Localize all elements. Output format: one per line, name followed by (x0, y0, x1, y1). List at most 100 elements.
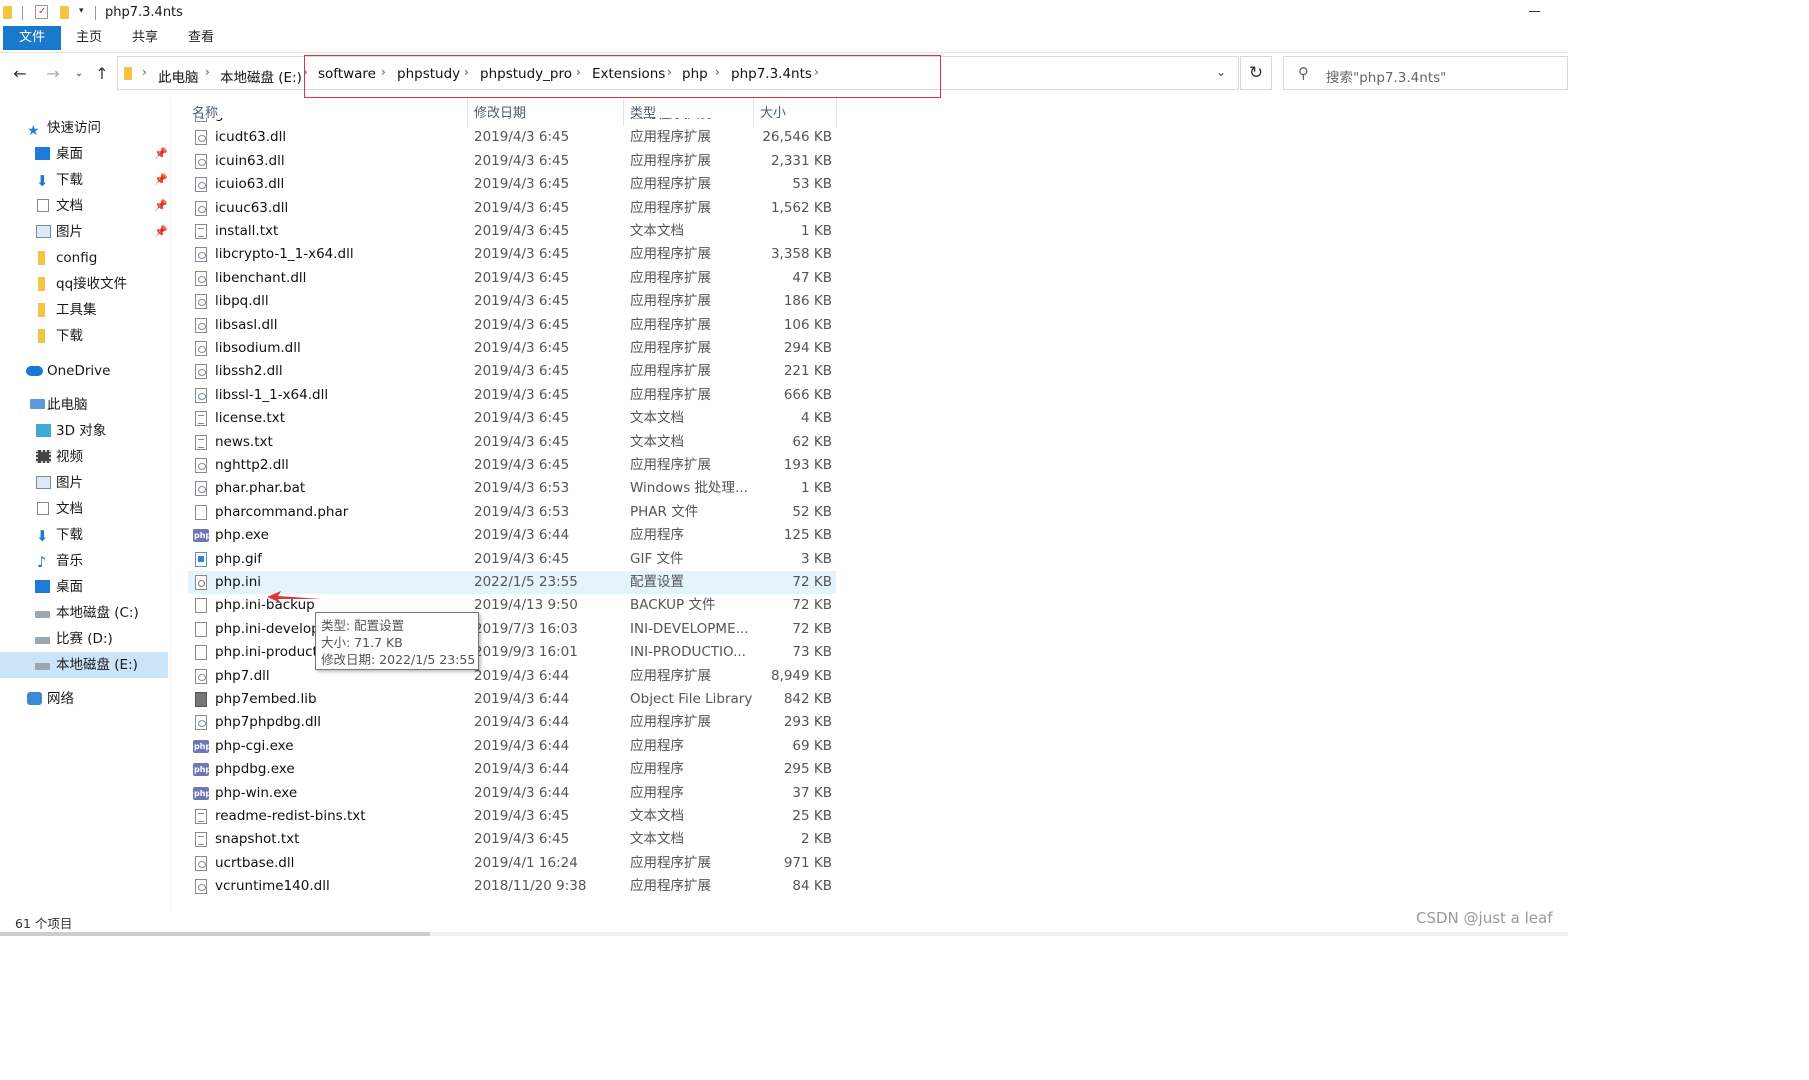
drive-icon (35, 663, 50, 670)
sidebar-item-pictures-pinned[interactable]: 图片 📌 (0, 219, 168, 245)
file-row[interactable]: news.txt 2019/4/3 6:45 文本文档 62 KB (188, 431, 836, 454)
file-row[interactable]: php7phpdbg.dll 2019/4/3 6:44 应用程序扩展 293 KB (188, 711, 836, 734)
file-row[interactable]: install.txt 2019/4/3 6:45 文本文档 1 KB (188, 220, 836, 243)
sidebar-item-desktop[interactable]: 桌面 (0, 574, 168, 600)
file-row[interactable]: phpdbg.exe 2019/4/3 6:44 应用程序 295 KB (188, 758, 836, 782)
file-row[interactable]: php-cgi.exe 2019/4/3 6:44 应用程序 69 KB (188, 735, 836, 758)
file-row[interactable]: ucrtbase.dll 2019/4/1 16:24 应用程序扩展 971 KB (188, 852, 836, 875)
breadcrumb-drive-e[interactable]: 本地磁盘 (E:) (220, 66, 302, 86)
dll-icon (195, 294, 207, 310)
file-row[interactable]: icuuc63.dll 2019/4/3 6:45 应用程序扩展 1,562 KB (188, 197, 836, 220)
refresh-button[interactable]: ↻ (1240, 56, 1272, 90)
drive-icon (35, 611, 50, 618)
blank-icon (195, 598, 207, 614)
file-date: 2019/4/3 6:44 (474, 761, 570, 778)
file-name: license.txt (215, 410, 285, 427)
sidebar-item-downloads[interactable]: ⬇ 下载 (0, 522, 168, 548)
file-size: 53 KB (792, 176, 832, 193)
pin-icon[interactable]: 📌 (154, 141, 168, 167)
column-divider[interactable] (836, 98, 837, 126)
search-placeholder[interactable]: 搜索"php7.3.4nts" (1326, 66, 1446, 86)
file-row[interactable]: gmodule-2.dll 2019/4/3 6:45 应用程序扩展 18 KB (188, 118, 836, 126)
sidebar-item-quick-access[interactable]: ★ 快速访问 (0, 115, 168, 141)
highlight-annotation-box (304, 55, 941, 98)
tab-view[interactable]: 查看 (174, 26, 228, 50)
scrollbar-thumb[interactable] (0, 932, 430, 936)
file-name: icuio63.dll (215, 176, 285, 193)
php-exe-icon (193, 782, 211, 805)
document-icon (37, 502, 49, 515)
sidebar-item-drive-d[interactable]: 比赛 (D:) (0, 626, 168, 652)
sidebar-item-label: 本地磁盘 (E:) (56, 657, 138, 673)
file-row[interactable]: libssh2.dll 2019/4/3 6:45 应用程序扩展 221 KB (188, 360, 836, 383)
sidebar-item-3d-objects[interactable]: 3D 对象 (0, 418, 168, 444)
chevron-down-icon[interactable]: ⌄ (1216, 65, 1226, 79)
file-row[interactable]: libssl-1_1-x64.dll 2019/4/3 6:45 应用程序扩展 666… (188, 384, 836, 407)
file-size: 1,562 KB (770, 199, 832, 216)
sidebar-item-label: 工具集 (56, 302, 97, 318)
sidebar-item-music[interactable]: ♪ 音乐 (0, 548, 168, 574)
sidebar-item-drive-e[interactable]: 本地磁盘 (E:) (0, 652, 168, 678)
file-row[interactable]: vcruntime140.dll 2018/11/20 9:38 应用程序扩展 84 … (188, 875, 836, 898)
sidebar-item-videos[interactable]: 视频 (0, 444, 168, 470)
file-row[interactable]: icuin63.dll 2019/4/3 6:45 应用程序扩展 2,331 KB (188, 150, 836, 173)
file-row[interactable]: libcrypto-1_1-x64.dll 2019/4/3 6:45 应用程序扩展… (188, 243, 836, 266)
file-row[interactable]: readme-redist-bins.txt 2019/4/3 6:45 文本文档 2… (188, 805, 836, 828)
sidebar-item-config[interactable]: config (0, 245, 168, 271)
file-row[interactable]: snapshot.txt 2019/4/3 6:45 文本文档 2 KB (188, 828, 836, 851)
file-row[interactable]: license.txt 2019/4/3 6:45 文本文档 4 KB (188, 407, 836, 430)
file-row[interactable]: nghttp2.dll 2019/4/3 6:45 应用程序扩展 193 KB (188, 454, 836, 477)
file-row[interactable]: icudt63.dll 2019/4/3 6:45 应用程序扩展 26,546 KB (188, 126, 836, 149)
horizontal-scrollbar[interactable] (0, 932, 1568, 936)
sidebar-item-documents[interactable]: 文档 (0, 496, 168, 522)
file-row[interactable]: icuio63.dll 2019/4/3 6:45 应用程序扩展 53 KB (188, 173, 836, 196)
file-row[interactable]: php.exe 2019/4/3 6:44 应用程序 125 KB (188, 524, 836, 548)
pin-icon[interactable]: 📌 (154, 193, 168, 219)
sidebar-item-label: 此电脑 (47, 397, 88, 413)
file-row[interactable]: libsasl.dll 2019/4/3 6:45 应用程序扩展 106 KB (188, 314, 836, 337)
file-row[interactable]: libpq.dll 2019/4/3 6:45 应用程序扩展 186 KB (188, 290, 836, 313)
file-type: 应用程序 (630, 761, 684, 778)
file-name: icuin63.dll (215, 152, 285, 169)
pane-divider[interactable] (170, 98, 171, 912)
sidebar-item-drive-c[interactable]: 本地磁盘 (C:) (0, 600, 168, 626)
file-row[interactable]: php7embed.lib 2019/4/3 6:44 Object File Li… (188, 688, 836, 711)
file-date: 2019/4/3 6:44 (474, 784, 570, 801)
file-row[interactable]: php.gif 2019/4/3 6:45 GIF 文件 3 KB (188, 548, 836, 571)
sidebar-item-qq-files[interactable]: qq接收文件 (0, 271, 168, 297)
sidebar-item-this-pc[interactable]: 此电脑 (0, 392, 168, 418)
download-icon: ⬇ (36, 172, 49, 190)
sidebar-item-label: 比赛 (D:) (56, 631, 113, 647)
sidebar-item-network[interactable]: 网络 (0, 686, 168, 712)
minimize-button[interactable] (1529, 11, 1540, 12)
dll-icon (195, 118, 207, 122)
pin-icon[interactable]: 📌 (154, 219, 168, 245)
file-size: 26,546 KB (762, 129, 832, 146)
file-row[interactable]: libsodium.dll 2019/4/3 6:45 应用程序扩展 294 KB (188, 337, 836, 360)
sidebar-item-downloads-pinned[interactable]: ⬇ 下载 📌 (0, 167, 168, 193)
file-date: 2019/4/3 6:45 (474, 129, 570, 146)
search-box[interactable]: ⚲ 搜索"php7.3.4nts" (1283, 56, 1568, 90)
txt-icon (195, 411, 207, 427)
sidebar-item-pictures[interactable]: 图片 (0, 470, 168, 496)
file-row[interactable]: php.ini-development 2019/7/3 16:03 INI-DEV… (188, 618, 836, 641)
sidebar-item-onedrive[interactable]: OneDrive (0, 358, 168, 384)
sidebar-item-documents-pinned[interactable]: 文档 📌 (0, 193, 168, 219)
pin-icon[interactable]: 📌 (154, 167, 168, 193)
file-row[interactable]: libenchant.dll 2019/4/3 6:45 应用程序扩展 47 KB (188, 267, 836, 290)
sidebar-item-desktop-pinned[interactable]: 桌面 📌 (0, 141, 168, 167)
sidebar-item-toolset[interactable]: 工具集 (0, 297, 168, 323)
txt-icon (195, 224, 207, 239)
file-date: 2019/4/3 6:45 (474, 246, 570, 263)
file-row[interactable]: php-win.exe 2019/4/3 6:44 应用程序 37 KB (188, 782, 836, 805)
file-name: gmodule-2.dll (215, 118, 308, 126)
download-icon: ⬇ (36, 527, 49, 545)
red-arrow-annotation (267, 591, 321, 603)
file-row[interactable]: phar.phar.bat 2019/4/3 6:53 Windows 批处理...… (188, 477, 836, 500)
sidebar-item-download-folder[interactable]: 下载 (0, 323, 168, 349)
file-row[interactable]: php.ini-production 2019/9/3 16:01 INI-PROD… (188, 641, 836, 664)
file-row[interactable]: pharcommand.phar 2019/4/3 6:53 PHAR 文件 52 K… (188, 501, 836, 524)
chevron-right-icon[interactable]: › (205, 65, 210, 79)
file-date: 2019/4/3 6:45 (474, 550, 570, 567)
file-row[interactable]: php7.dll 2019/4/3 6:44 应用程序扩展 8,949 KB (188, 665, 836, 688)
